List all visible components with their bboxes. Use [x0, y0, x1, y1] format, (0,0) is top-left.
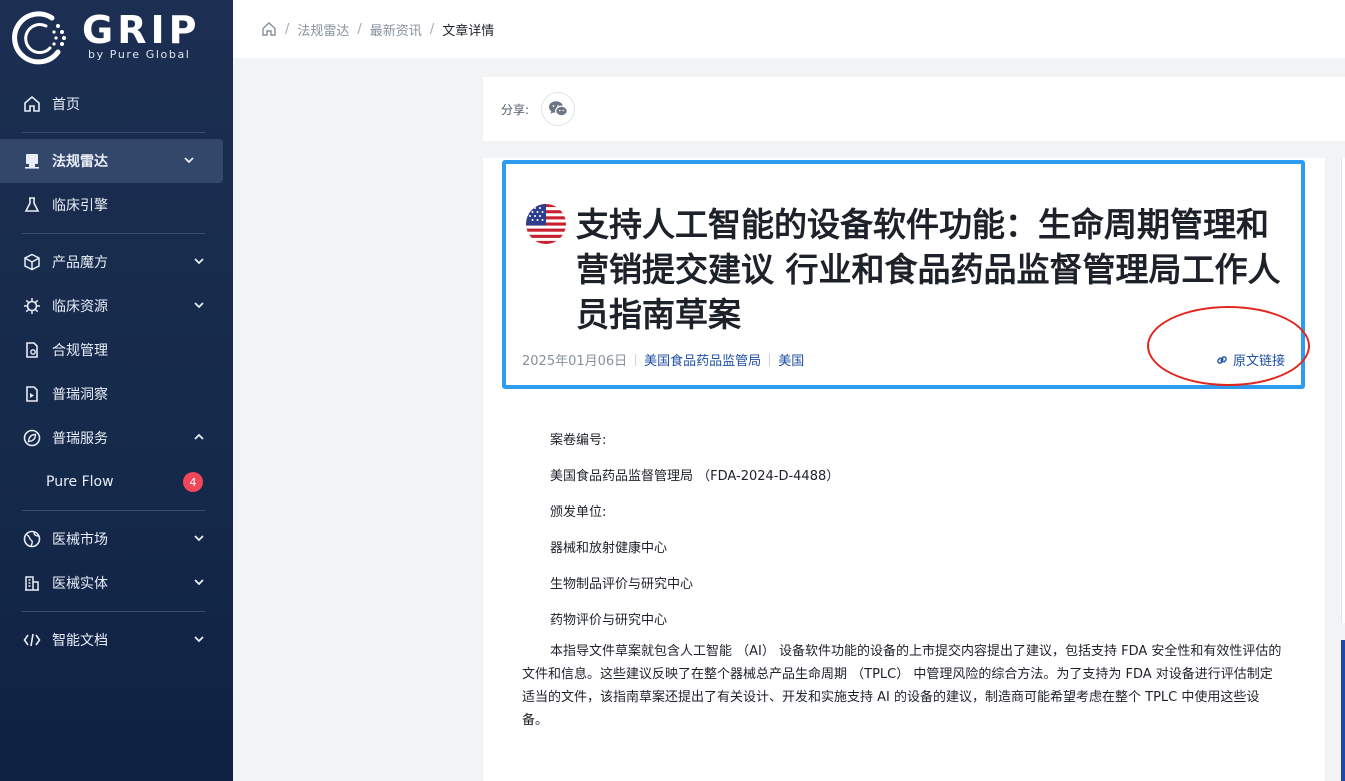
sidebar-item-smart-docs[interactable]: 智能文档 — [0, 618, 233, 662]
sidebar-item-label: 法规雷达 — [52, 154, 108, 170]
issuer-item: 器械和放射健康中心 — [550, 540, 668, 556]
logo[interactable]: GRIP by Pure Global — [8, 8, 223, 68]
chevron-down-icon — [194, 636, 204, 643]
sidebar-item-label: 产品魔方 — [52, 255, 108, 271]
sidebar-item-label: 首页 — [52, 97, 80, 113]
sidebar-item-device-entity[interactable]: 医械实体 — [0, 561, 233, 605]
article-country-link[interactable]: 美国 — [778, 350, 804, 369]
breadcrumb: / 法规雷达 / 最新资讯 / 文章详情 — [233, 0, 1345, 58]
meta-divider — [635, 353, 637, 366]
brand-tagline: by Pure Global — [88, 48, 191, 61]
issuer-label: 颁发单位: — [550, 504, 607, 520]
sidebar-item-label: 智能文档 — [52, 633, 108, 649]
sidebar-item-home[interactable]: 首页 — [0, 82, 233, 126]
cube-icon — [23, 253, 41, 271]
breadcrumb-item-regulatory-radar[interactable]: 法规雷达 — [297, 20, 349, 39]
article-source-link[interactable]: 美国食品药品监管局 — [644, 350, 761, 369]
article-body: 案卷编号: 美国食品药品监督管理局 （FDA-2024-D-4488） 颁发单位… — [522, 420, 1284, 732]
home-icon — [23, 95, 41, 113]
sidebar-item-label: 医械市场 — [52, 532, 108, 548]
sidebar-item-regulatory-radar[interactable]: 法规雷达 — [0, 139, 223, 183]
article-meta: 2025年01月06日 美国食品药品监管局 美国 — [522, 350, 804, 369]
sidebar-item-label: 普瑞洞察 — [52, 387, 108, 403]
breadcrumb-item-current: 文章详情 — [442, 23, 495, 39]
chevron-down-icon — [194, 535, 204, 542]
breadcrumb-separator: / — [429, 21, 435, 37]
code-icon — [23, 631, 41, 649]
sidebar-divider — [22, 233, 205, 234]
chevron-down-icon — [194, 258, 204, 265]
sidebar-item-label: 医械实体 — [52, 576, 108, 592]
share-label: 分享: — [501, 102, 530, 117]
sidebar-item-label: Pure Flow — [46, 474, 114, 490]
right-side-accent — [1341, 640, 1345, 781]
sidebar-item-pure-flow[interactable]: Pure Flow 4 — [0, 460, 233, 504]
sidebar-divider — [22, 611, 205, 612]
share-bar: 分享: — [483, 77, 1345, 141]
sidebar-item-label: 合规管理 — [52, 343, 108, 359]
breadcrumb-item-latest-news[interactable]: 最新资讯 — [370, 20, 422, 39]
chevron-down-icon — [184, 157, 194, 164]
article-date: 2025年01月06日 — [522, 354, 628, 369]
flask-icon — [23, 196, 41, 214]
article-paragraph: 本指导文件草案就包含人工智能 （AI） 设备软件功能的设备的上市提交内容提出了建… — [522, 644, 1282, 728]
building-icon — [23, 574, 41, 592]
logo-mark-icon — [12, 11, 66, 65]
sidebar-divider — [22, 510, 205, 511]
annotation-ellipse — [1147, 306, 1310, 386]
sidebar-divider — [22, 132, 205, 133]
us-flag-icon — [526, 204, 566, 244]
notification-badge: 4 — [183, 472, 203, 492]
document-icon — [23, 341, 41, 359]
sidebar: GRIP by Pure Global 首页 法规雷达 临床引擎 产品魔方 临床… — [0, 0, 233, 781]
issuer-item: 生物制品评价与研究中心 — [550, 576, 694, 592]
insight-icon — [23, 385, 41, 403]
sidebar-item-label: 临床引擎 — [52, 198, 108, 214]
sidebar-item-product-cube[interactable]: 产品魔方 — [0, 240, 233, 284]
sidebar-item-label: 普瑞服务 — [52, 431, 108, 447]
chevron-up-icon — [194, 433, 204, 440]
sidebar-item-insight[interactable]: 普瑞洞察 — [0, 372, 233, 416]
sidebar-item-label: 临床资源 — [52, 299, 108, 315]
breadcrumb-separator: / — [357, 21, 362, 37]
wechat-share-button[interactable] — [541, 92, 576, 126]
radar-icon — [23, 152, 41, 170]
brand-name: GRIP — [82, 8, 201, 52]
docket-value: 美国食品药品监督管理局 （FDA-2024-D-4488） — [550, 468, 840, 484]
virus-icon — [23, 297, 41, 315]
wechat-icon — [549, 101, 568, 117]
meta-divider — [769, 353, 771, 366]
breadcrumb-separator: / — [285, 21, 290, 37]
right-side-panel — [1341, 158, 1345, 623]
sidebar-item-device-market[interactable]: 医械市场 — [0, 517, 233, 561]
docket-label: 案卷编号: — [550, 432, 607, 448]
chevron-down-icon — [194, 302, 204, 309]
home-icon[interactable] — [261, 21, 277, 37]
sidebar-nav: 首页 法规雷达 临床引擎 产品魔方 临床资源 合规管理 普瑞洞察 普瑞服务 Pu… — [0, 82, 233, 662]
sidebar-item-clinical-engine[interactable]: 临床引擎 — [0, 183, 233, 227]
sidebar-item-services[interactable]: 普瑞服务 — [0, 416, 233, 460]
chevron-down-icon — [194, 579, 204, 586]
issuer-item: 药物评价与研究中心 — [550, 612, 668, 628]
leaf-icon — [23, 429, 41, 447]
sidebar-item-compliance[interactable]: 合规管理 — [0, 328, 233, 372]
sidebar-item-clinical-resources[interactable]: 临床资源 — [0, 284, 233, 328]
globe-icon — [23, 530, 41, 548]
